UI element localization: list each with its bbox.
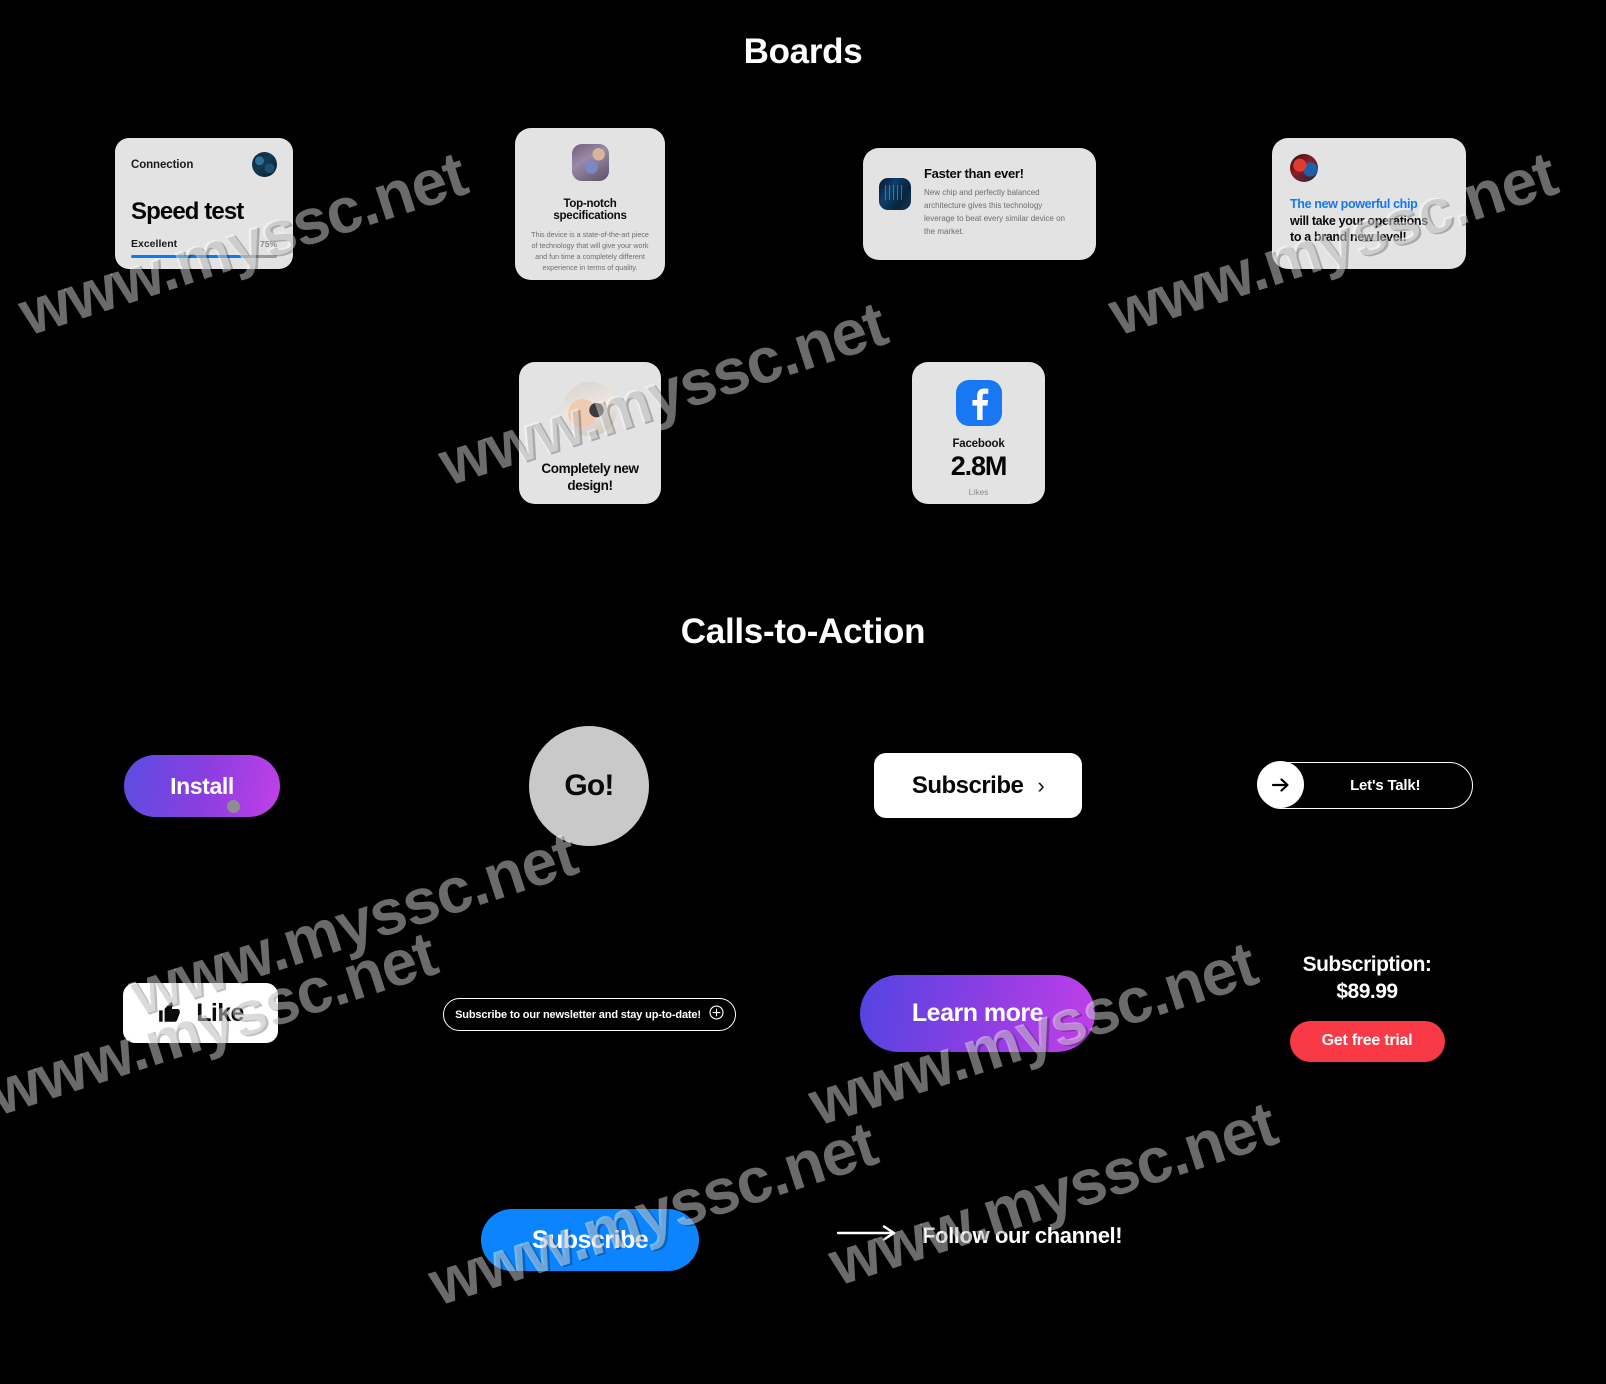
chip-headline-line-3: to a brand new level! (1290, 230, 1407, 244)
chip-avatar (1290, 154, 1318, 182)
faster-text-block: Faster than ever! New chip and perfectly… (924, 166, 1074, 260)
design-title: Completely new design! (529, 460, 651, 495)
watch-thumbnail-icon (563, 382, 617, 436)
go-button[interactable]: Go! (529, 726, 649, 846)
get-free-trial-button[interactable]: Get free trial (1289, 1020, 1445, 1062)
subscribe-button-blue[interactable]: Subscribe (481, 1209, 699, 1271)
board-card-faster-than-ever[interactable]: Faster than ever! New chip and perfectly… (863, 148, 1096, 260)
speed-test-connection-label: Connection (131, 158, 194, 171)
lets-talk-label: Let's Talk! (1350, 777, 1421, 794)
board-card-speed-test[interactable]: Connection Speed test Excellent 75% (115, 138, 293, 269)
lets-talk-button[interactable]: Let's Talk! (1257, 761, 1473, 809)
newsletter-subscribe-pill[interactable]: Subscribe to our newsletter and stay up-… (443, 998, 736, 1031)
speed-test-header: Connection (131, 152, 277, 177)
page-title-calls-to-action: Calls-to-Action (680, 612, 926, 651)
newsletter-label: Subscribe to our newsletter and stay up-… (455, 1008, 701, 1021)
subscribe-white-label: Subscribe (911, 771, 1024, 799)
speed-test-progress-track (131, 255, 277, 258)
faster-body: New chip and perfectly balanced architec… (924, 188, 1065, 236)
learn-more-button[interactable]: Learn more (860, 975, 1095, 1052)
board-card-powerful-chip[interactable]: The new powerful chip will take your ope… (1272, 138, 1466, 269)
page-canvas: Boards Connection Speed test Excellent 7… (0, 0, 1606, 1384)
board-card-facebook-likes[interactable]: Facebook 2.8M Likes (912, 362, 1045, 504)
speed-test-percent: 75% (259, 239, 277, 249)
thumbs-up-icon (157, 999, 183, 1028)
chip-headline: The new powerful chip will take your ope… (1290, 196, 1452, 246)
like-label: Like (196, 998, 244, 1027)
design-title-line-2: design! (567, 478, 613, 494)
device-thumbnail-icon (571, 144, 609, 181)
design-title-line-1: Completely new (541, 461, 639, 476)
chip-thumbnail-icon (879, 178, 911, 210)
chip-headline-accent: The new powerful chip (1290, 197, 1418, 211)
plus-circle-icon[interactable] (709, 1004, 724, 1025)
facebook-like-count: 2.8M (950, 451, 1008, 481)
specs-body: This device is a state-of-the-art piece … (531, 230, 649, 272)
follow-channel-label: Follow our channel! (922, 1222, 1123, 1248)
speed-test-quality: Excellent (131, 238, 178, 250)
speed-test-meta: Excellent 75% (131, 238, 277, 250)
facebook-icon (955, 380, 1002, 426)
network-avatar (252, 152, 277, 177)
follow-channel-cta[interactable]: Follow our channel! (836, 1222, 1123, 1249)
watermark: www.myssc.net (820, 1087, 1285, 1300)
subscription-heading: Subscription: (1302, 953, 1432, 976)
install-button[interactable]: Install (124, 755, 280, 817)
speed-test-title: Speed test (131, 198, 244, 225)
speed-test-progress-fill (131, 255, 241, 258)
facebook-network-name: Facebook (952, 438, 1005, 450)
faster-title: Faster than ever! (924, 166, 1024, 181)
chevron-right-icon: › (1037, 772, 1045, 798)
subscription-price: $89.99 (1336, 979, 1398, 1003)
cursor-dot-indicator (227, 800, 240, 813)
specs-title: Top-notch specifications (553, 198, 627, 222)
board-card-specifications[interactable]: Top-notch specifications This device is … (515, 128, 665, 280)
subscribe-button-white[interactable]: Subscribe › (874, 753, 1082, 818)
long-arrow-right-icon (836, 1222, 898, 1249)
subscription-price-block: Subscription: $89.99 Get free trial (1267, 952, 1467, 1062)
arrow-right-icon (1257, 761, 1305, 809)
watermark: www.myssc.net (430, 287, 895, 500)
page-title-boards: Boards (743, 32, 863, 71)
board-card-new-design[interactable]: Completely new design! (519, 362, 661, 504)
like-button[interactable]: Like (123, 983, 278, 1043)
facebook-likes-label: Likes (968, 487, 989, 497)
chip-headline-line-2: will take your operations (1290, 213, 1428, 228)
